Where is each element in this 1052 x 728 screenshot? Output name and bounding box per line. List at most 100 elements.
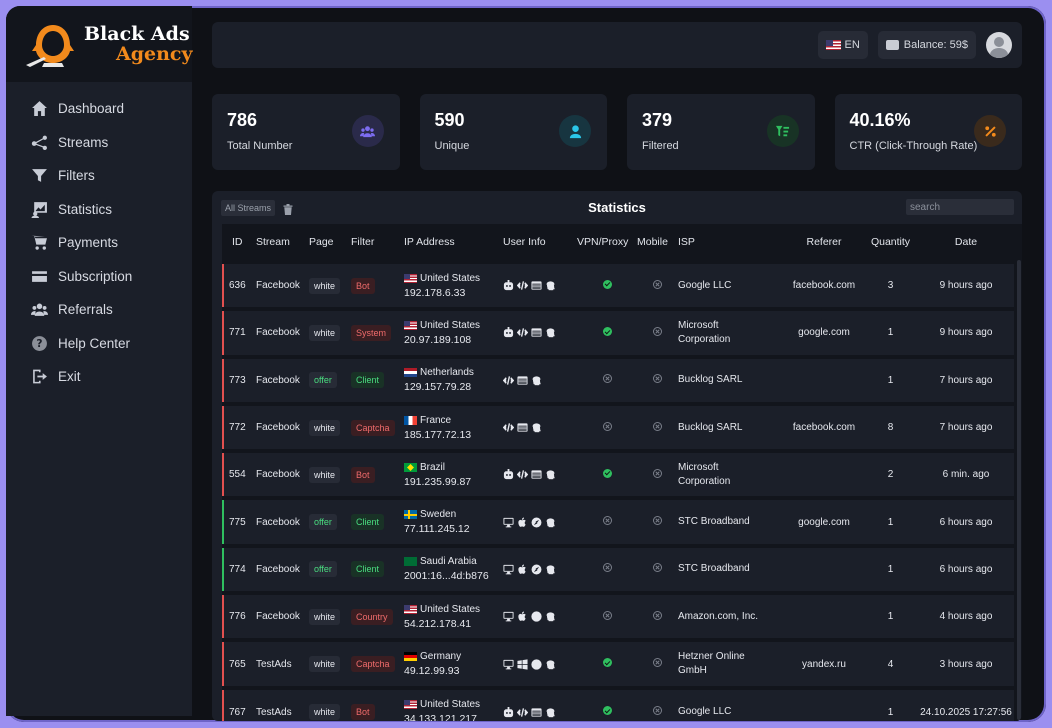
cell-referer: yandex.ru	[785, 638, 863, 688]
sidebar-item-statistics[interactable]: Statistics	[6, 193, 192, 227]
ip-address[interactable]: 20.97.189.108	[404, 334, 503, 346]
cell-page: offer	[309, 496, 351, 546]
sidebar-item-exit[interactable]: Exit	[6, 360, 192, 394]
table-row[interactable]: 773 Facebook offer Client Netherlands 129.157…	[222, 354, 1014, 404]
sidebar-item-payments[interactable]: Payments	[6, 226, 192, 260]
date-text: 6 min. ago	[942, 469, 990, 481]
x-circle-icon	[653, 658, 662, 668]
cell-stream: Facebook	[256, 591, 309, 641]
code-icon	[503, 375, 514, 386]
chrome-icon	[531, 611, 542, 622]
ip-address[interactable]: 54.212.178.41	[404, 618, 503, 630]
table-row[interactable]: 776 Facebook white Country United States 54.2…	[222, 591, 1014, 641]
cell-isp: STC Broadband	[678, 543, 785, 594]
table-row[interactable]: 554 Facebook white Bot Brazil 191.235.99.87 Mi…	[222, 449, 1014, 499]
sidebar-item-help-center[interactable]: ? Help Center	[6, 327, 192, 361]
table-header-row: ID Stream Page Filter IP Address User In…	[222, 224, 1014, 262]
cell-id: 772	[222, 401, 256, 452]
cell-mobile	[637, 354, 678, 404]
column-header[interactable]: Quantity	[863, 224, 918, 262]
page-badge: white	[309, 419, 341, 436]
desktop-icon	[503, 517, 514, 528]
ip-address[interactable]: 191.235.99.87	[404, 476, 503, 488]
apple-icon	[517, 564, 528, 575]
balance-label: Balance: 59$	[903, 39, 968, 51]
window-icon	[517, 375, 528, 386]
cell-quantity: 2	[863, 449, 918, 499]
table-row[interactable]: 774 Facebook offer Client Saudi Arabia 2001:1…	[222, 543, 1014, 594]
country-name: Saudi Arabia	[420, 556, 477, 568]
x-circle-icon	[602, 563, 612, 573]
cell-quantity: 4	[863, 638, 918, 688]
cell-page: white	[309, 591, 351, 641]
search-input[interactable]	[906, 199, 1014, 215]
cell-user-info	[503, 354, 577, 404]
filter-badge: Client	[351, 372, 385, 389]
sidebar-item-referrals[interactable]: Referrals	[6, 293, 192, 327]
table-row[interactable]: 767 TestAds white Bot United States 34.133.12…	[222, 685, 1014, 721]
column-header[interactable]: Date	[918, 224, 1014, 262]
percent-icon	[974, 115, 1006, 147]
cell-id: 774	[222, 543, 256, 594]
brand-subname: Agency	[116, 43, 193, 65]
language-selector[interactable]: EN	[817, 31, 868, 59]
row-id: 775	[229, 516, 246, 528]
ip-address[interactable]: 77.111.245.12	[404, 523, 503, 535]
cell-mobile	[637, 543, 678, 594]
column-header[interactable]: IP Address	[404, 224, 503, 262]
table-row[interactable]: 775 Facebook offer Client Sweden 77.111.245.1…	[222, 496, 1014, 546]
cell-vpn	[577, 591, 637, 641]
ip-address[interactable]: 2001:16...4d:b876	[404, 570, 503, 582]
column-header[interactable]: ISP	[678, 224, 785, 262]
stream-name: Facebook	[256, 374, 300, 386]
trash-icon[interactable]	[283, 202, 293, 215]
column-header[interactable]: VPN/Proxy	[577, 224, 637, 262]
column-header[interactable]: Stream	[256, 224, 309, 262]
sidebar-item-dashboard[interactable]: Dashboard	[6, 92, 192, 126]
x-circle-icon	[653, 610, 662, 620]
column-header[interactable]: ID	[222, 224, 256, 262]
cell-ip: France 185.177.72.13	[404, 401, 503, 452]
column-header[interactable]: User Info	[503, 224, 577, 262]
ip-address[interactable]: 129.157.79.28	[404, 381, 503, 393]
cell-id: 636	[222, 259, 256, 310]
column-header[interactable]: Mobile	[637, 224, 678, 262]
column-header[interactable]: Filter	[351, 224, 404, 262]
table-row[interactable]: 771 Facebook white System United States 20.97…	[222, 307, 1014, 357]
scrollbar-thumb[interactable]	[1017, 260, 1021, 720]
ip-address[interactable]: 185.177.72.13	[404, 429, 503, 441]
cell-user-info	[503, 543, 577, 594]
table-row[interactable]: 772 Facebook white Captcha France 185.177.72.…	[222, 401, 1014, 452]
cell-id: 775	[222, 496, 256, 546]
sidebar-item-subscription[interactable]: Subscription	[6, 260, 192, 294]
column-header[interactable]: Referer	[785, 224, 863, 262]
page-badge: white	[309, 608, 341, 625]
table-row[interactable]: 636 Facebook white Bot United States 192.178.…	[222, 259, 1014, 310]
panel-header: All Streams Statistics	[212, 191, 1022, 224]
referer-text: yandex.ru	[802, 658, 846, 670]
ip-address[interactable]: 192.178.6.33	[404, 287, 503, 299]
sidebar-item-filters[interactable]: Filters	[6, 159, 192, 193]
ip-address[interactable]: 49.12.99.93	[404, 665, 503, 677]
date-text: 4 hours ago	[939, 611, 993, 623]
brand-logo[interactable]: Black Ads Agency	[6, 6, 193, 82]
sidebar-item-streams[interactable]: Streams	[6, 126, 192, 160]
avatar[interactable]	[986, 32, 1012, 58]
cell-ip: Germany 49.12.99.93	[404, 638, 503, 688]
column-header[interactable]: Page	[309, 224, 351, 262]
cell-page: white	[309, 685, 351, 721]
cell-mobile	[637, 591, 678, 641]
country-name: France	[420, 414, 452, 426]
ip-address[interactable]: 34.133.121.217	[404, 713, 503, 721]
cell-vpn	[577, 307, 637, 357]
date-text: 24.10.2025 17:27:56	[920, 706, 1012, 718]
date-text: 9 hours ago	[939, 280, 993, 292]
balance-badge[interactable]: Balance: 59$	[877, 31, 976, 59]
cell-user-info	[503, 449, 577, 499]
scrollbar[interactable]	[1016, 224, 1022, 721]
table-row[interactable]: 765 TestAds white Captcha Germany 49.12.99.93…	[222, 638, 1014, 688]
cell-page: white	[309, 401, 351, 452]
all-streams-button[interactable]: All Streams	[221, 199, 276, 216]
row-id: 636	[229, 280, 246, 292]
cell-user-info	[503, 401, 577, 452]
